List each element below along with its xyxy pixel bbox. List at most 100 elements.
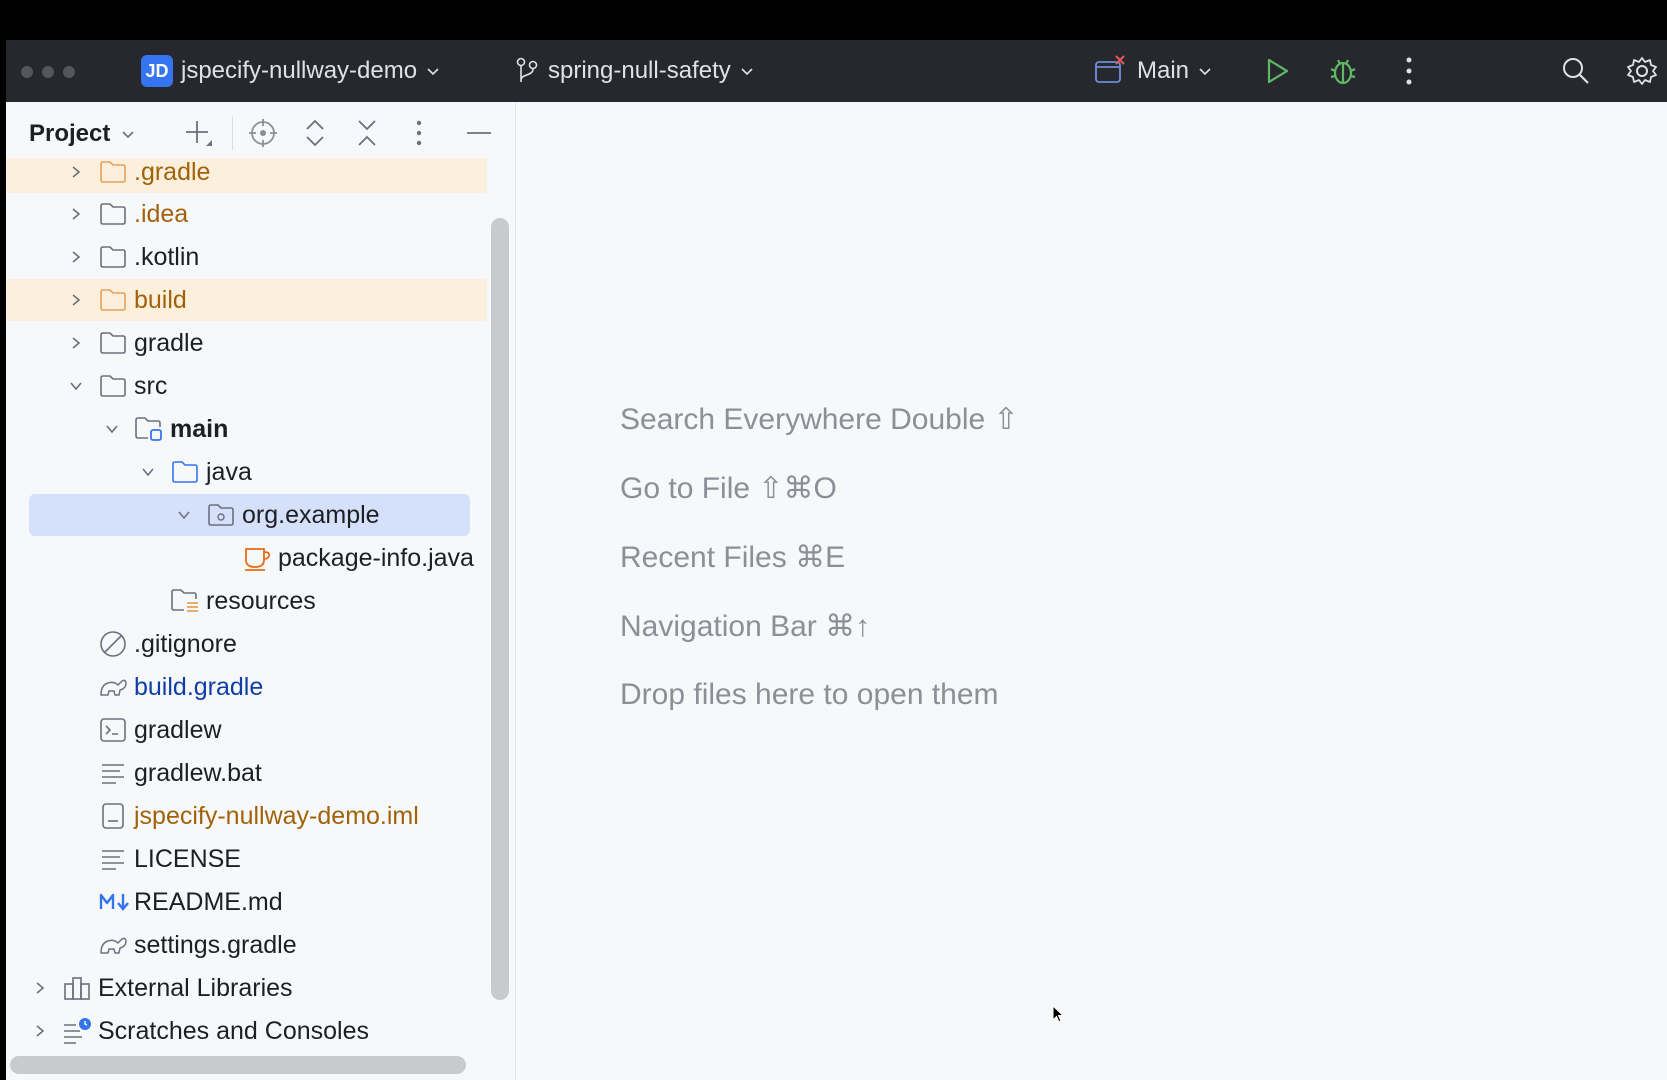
chevron-right-icon[interactable] (30, 978, 50, 998)
tree-item-kotlin[interactable]: .kotlin (6, 236, 492, 278)
collapse-all-icon (358, 120, 376, 146)
tree-item-label: resources (206, 586, 316, 615)
tree-item-external-libraries[interactable]: External Libraries (6, 967, 492, 1009)
tree-item-org-example[interactable]: org.example (29, 494, 470, 536)
chevron-right-icon[interactable] (66, 290, 86, 310)
gradle-icon (98, 672, 128, 702)
tree-item-gradle[interactable]: gradle (6, 322, 492, 364)
chevron-down-icon[interactable] (174, 505, 194, 525)
tree-item-scratches[interactable]: Scratches and Consoles (6, 1010, 492, 1052)
debug-icon (1330, 59, 1356, 85)
settings-button[interactable] (1626, 55, 1658, 87)
tree-item-label: build (134, 285, 187, 314)
folder-icon (98, 242, 128, 272)
more-actions-button[interactable] (1393, 55, 1425, 87)
ide-window: JD jspecify-nullway-demo spring-null-saf… (6, 0, 1667, 1080)
search-button[interactable] (1560, 55, 1592, 87)
branch-name: spring-null-safety (548, 57, 731, 84)
debug-button[interactable] (1327, 55, 1359, 87)
chevron-right-icon[interactable] (30, 1021, 50, 1041)
toolbar-divider (232, 116, 233, 150)
tree-item-label: README.md (134, 887, 283, 916)
chevron-right-icon[interactable] (66, 162, 86, 182)
iml-file-icon (98, 801, 128, 831)
more-icon (416, 120, 422, 146)
panel-options-button[interactable] (402, 116, 436, 150)
tree-item-iml[interactable]: jspecify-nullway-demo.iml (6, 795, 492, 837)
tree-item-label: .gradle (134, 158, 211, 186)
terminal-file-icon (98, 715, 128, 745)
text-file-icon (98, 758, 128, 788)
minimize-window-button[interactable] (42, 66, 54, 78)
markdown-icon (98, 887, 132, 917)
tree-item-label: Scratches and Consoles (98, 1016, 369, 1045)
tree-item-dot-gradle[interactable]: .gradle (6, 158, 487, 193)
tree-item-label: External Libraries (98, 973, 293, 1002)
editor-empty-area[interactable]: Search Everywhere Double ⇧ Go to File ⇧⌘… (517, 102, 1667, 1080)
project-view-selector[interactable]: Project (29, 120, 136, 148)
tree-item-label: gradle (134, 328, 204, 357)
branch-icon (516, 57, 538, 82)
source-folder-icon (170, 457, 200, 487)
tree-item-label: .idea (134, 199, 189, 228)
run-icon (1267, 58, 1289, 84)
tree-item-label: src (134, 371, 168, 400)
tree-item-src[interactable]: src (6, 365, 492, 407)
vertical-scrollbar[interactable] (491, 218, 509, 1000)
resources-folder-icon (170, 586, 200, 616)
add-button[interactable] (182, 116, 216, 150)
run-button[interactable] (1261, 55, 1293, 87)
chevron-down-icon[interactable] (138, 462, 158, 482)
project-panel-title: Project (29, 120, 111, 147)
tree-item-gitignore[interactable]: .gitignore (6, 623, 492, 665)
run-config-selector[interactable]: Main (1093, 40, 1213, 102)
hint-navigation-bar: Navigation Bar ⌘↑ (620, 610, 871, 643)
tree-item-idea[interactable]: .idea (6, 193, 492, 235)
folder-icon (98, 199, 128, 229)
chevron-down-icon[interactable] (66, 376, 86, 396)
tree-item-label: gradlew (134, 715, 222, 744)
expand-all-button[interactable] (298, 116, 332, 150)
maximize-window-button[interactable] (63, 66, 75, 78)
expand-all-icon (306, 119, 324, 147)
folder-icon (98, 328, 128, 358)
tree-item-settings-gradle[interactable]: settings.gradle (6, 924, 492, 966)
tree-item-build[interactable]: build (6, 279, 487, 321)
scratches-icon (62, 1016, 92, 1046)
run-config-icon (1095, 55, 1125, 83)
tree-item-build-gradle[interactable]: build.gradle (6, 666, 492, 708)
tree-item-java[interactable]: java (6, 451, 492, 493)
chevron-down-icon[interactable] (102, 419, 122, 439)
close-window-button[interactable] (21, 66, 33, 78)
hint-recent-files: Recent Files ⌘E (620, 541, 846, 574)
tree-item-label: jspecify-nullway-demo.iml (134, 801, 419, 830)
run-config-name: Main (1137, 57, 1190, 84)
hide-panel-button[interactable] (462, 116, 496, 150)
branch-selector[interactable]: spring-null-safety (514, 40, 755, 102)
chevron-down-icon (122, 131, 134, 139)
tree-item-readme[interactable]: README.md (6, 881, 492, 923)
tree-item-gradlew[interactable]: gradlew (6, 709, 492, 751)
ignore-file-icon (98, 629, 128, 659)
folder-icon (98, 158, 128, 187)
chevron-right-icon[interactable] (66, 204, 86, 224)
minimize-icon (467, 132, 491, 134)
tree-item-resources[interactable]: resources (6, 580, 492, 622)
chevron-right-icon[interactable] (66, 333, 86, 353)
add-icon (186, 121, 212, 146)
horizontal-scrollbar[interactable] (10, 1056, 466, 1074)
project-selector[interactable]: JD jspecify-nullway-demo (141, 40, 441, 102)
tree-item-package-info[interactable]: package-info.java (6, 537, 492, 579)
locate-file-button[interactable] (246, 116, 280, 150)
tree-item-gradlew-bat[interactable]: gradlew.bat (6, 752, 492, 794)
tree-item-main[interactable]: main (6, 408, 492, 450)
chevron-down-icon (1199, 68, 1211, 76)
settings-icon (1627, 57, 1657, 85)
collapse-all-button[interactable] (350, 116, 384, 150)
more-icon (1406, 57, 1412, 85)
chevron-right-icon[interactable] (66, 247, 86, 267)
tree-item-license[interactable]: LICENSE (6, 838, 492, 880)
tree-item-label: build.gradle (134, 672, 264, 701)
tree-item-label: main (170, 414, 229, 443)
hint-drop-files: Drop files here to open them (620, 678, 999, 711)
